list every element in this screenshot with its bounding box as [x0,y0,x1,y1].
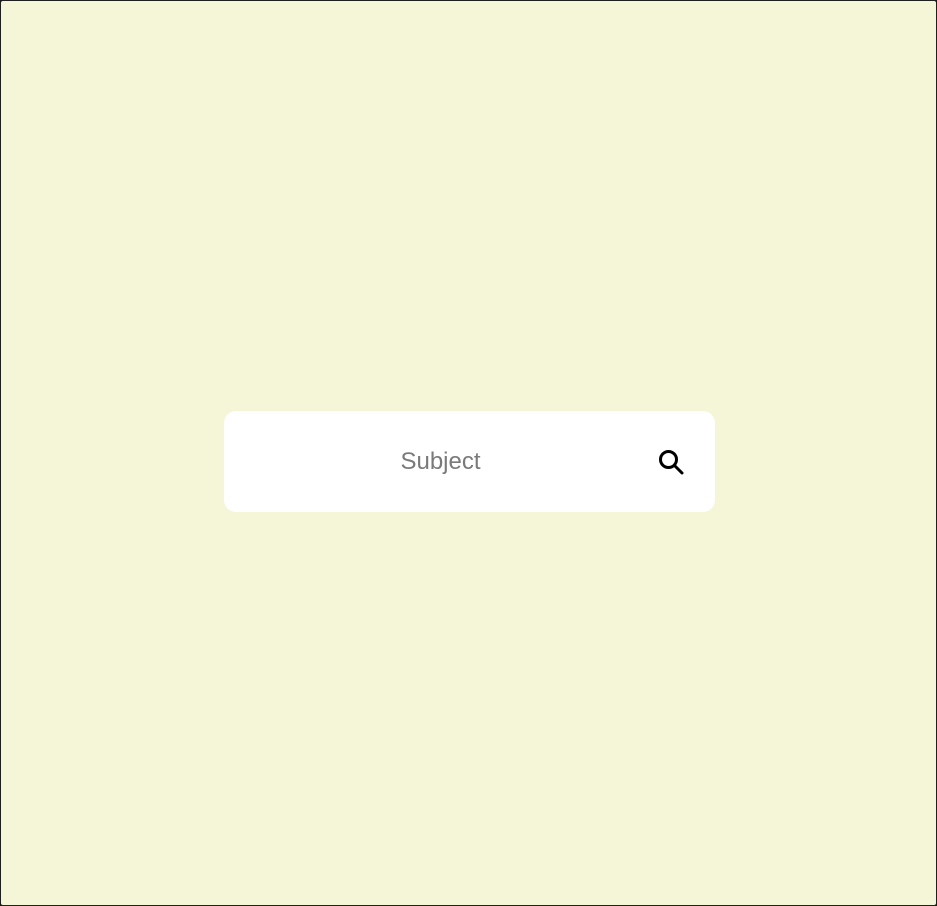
search-icon [657,448,685,476]
page-canvas [0,0,937,906]
search-button[interactable] [639,430,703,494]
search-box [224,411,715,512]
subject-search-input[interactable] [224,411,639,512]
